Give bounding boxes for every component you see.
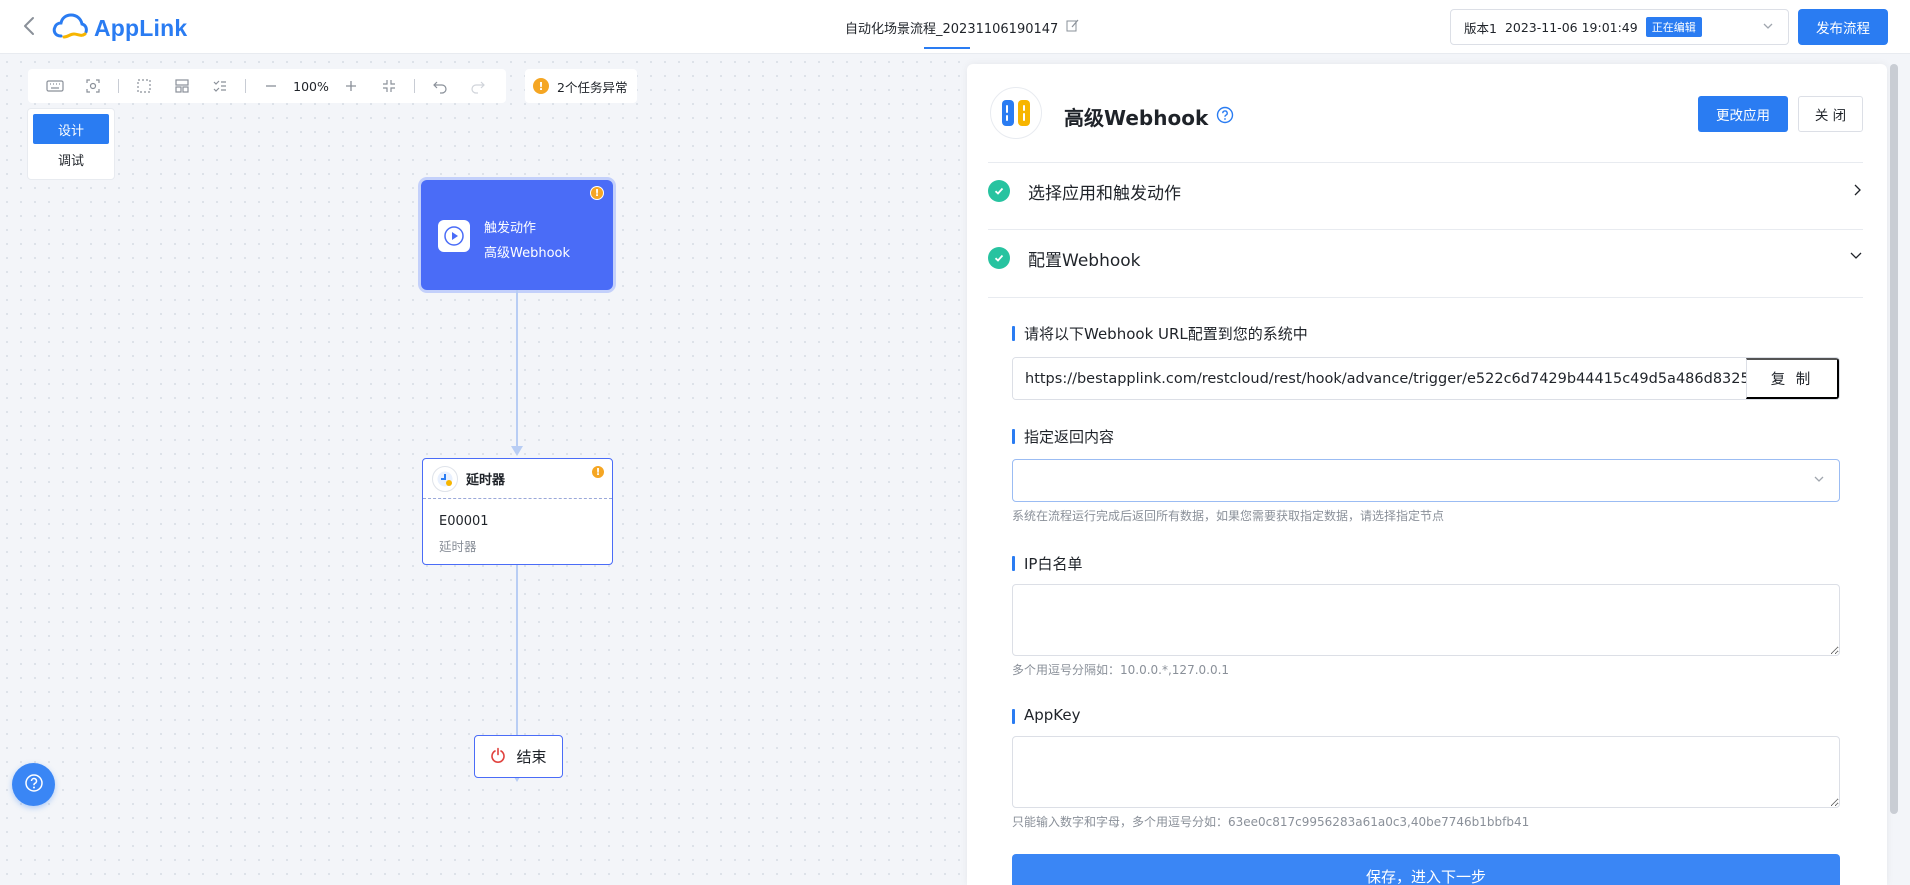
appkey-hint: 只能输入数字和字母，多个用逗号分如：63ee0c817c9956283a61a0… [1012, 815, 1530, 829]
app-name: AppLink [94, 14, 188, 41]
power-icon [490, 747, 506, 767]
panel-title-text: 高级Webhook [1064, 106, 1209, 130]
back-icon[interactable] [18, 14, 42, 38]
section-select-app[interactable]: 选择应用和触发动作 [988, 163, 1863, 219]
config-panel: 高级Webhook 更改应用 关 闭 选择应用和触发动作 配置Webhook 请… [967, 64, 1887, 885]
fit-view-icon[interactable] [74, 71, 112, 101]
ip-whitelist-hint: 多个用逗号分隔如：10.0.0.*,127.0.0.1 [1012, 663, 1230, 677]
chevron-down-icon [1849, 250, 1863, 266]
play-icon [438, 220, 470, 252]
cloud-logo-icon [52, 12, 88, 44]
layout-icon[interactable] [163, 71, 201, 101]
task-warning-text: 2个任务异常 [557, 79, 628, 95]
zoom-in-icon[interactable] [332, 71, 370, 101]
flow-title-text: 自动化场景流程_20231106190147 [845, 22, 1059, 37]
webhook-url-label: 请将以下Webhook URL配置到您的系统中 [1012, 323, 1308, 344]
check-circle-icon [988, 247, 1010, 269]
help-icon [24, 773, 44, 797]
chevron-down-icon [1813, 473, 1825, 489]
canvas-toolbar: 100% [28, 69, 506, 103]
redo-icon[interactable] [459, 71, 497, 101]
publish-button[interactable]: 发布流程 [1798, 9, 1888, 45]
copy-button[interactable]: 复 制 [1746, 358, 1839, 399]
app-logo [990, 87, 1042, 139]
zoom-level: 100% [293, 78, 329, 94]
clock-icon [432, 465, 458, 492]
return-content-hint: 系统在流程运行完成后返回所有数据，如果您需要获取指定数据，请选择指定节点 [1012, 509, 1445, 523]
compress-icon[interactable] [370, 71, 408, 101]
connector-line [516, 290, 518, 450]
toolbar-divider [118, 79, 119, 93]
end-node[interactable]: 结束 [474, 735, 563, 778]
panel-scrollbar[interactable] [1890, 64, 1898, 814]
delay-node-subtitle: 延时器 [439, 539, 477, 554]
keyboard-icon[interactable] [36, 71, 74, 101]
node-warning-icon: ! [591, 465, 605, 479]
logo: AppLink [52, 12, 187, 44]
version-time: 2023-11-06 19:01:49 [1504, 19, 1638, 35]
trigger-node[interactable]: ! 触发动作 高级Webhook [421, 180, 613, 290]
section-label: 配置Webhook [1028, 250, 1141, 271]
zoom-out-icon[interactable] [252, 71, 290, 101]
select-box-icon[interactable] [125, 71, 163, 101]
delay-node-code: E00001 [439, 514, 489, 529]
edit-icon[interactable] [1066, 19, 1079, 36]
close-button[interactable]: 关 闭 [1798, 96, 1863, 132]
appkey-label: AppKey [1012, 706, 1081, 724]
section-label: 选择应用和触发动作 [1028, 183, 1181, 204]
section-config-webhook[interactable]: 配置Webhook [988, 230, 1863, 286]
undo-icon[interactable] [421, 71, 459, 101]
debug-mode-button[interactable]: 调试 [33, 144, 109, 174]
appkey-field[interactable] [1012, 736, 1840, 808]
flow-title-underline [924, 47, 970, 49]
ip-whitelist-field[interactable] [1012, 584, 1840, 656]
flow-title[interactable]: 自动化场景流程_20231106190147 [845, 18, 1079, 37]
save-next-button[interactable]: 保存，进入下一步 [1012, 854, 1840, 885]
delay-node-title: 延时器 [466, 473, 506, 488]
return-content-label: 指定返回内容 [1012, 426, 1114, 447]
top-bar: AppLink 自动化场景流程_20231106190147 版本1 2023-… [0, 0, 1910, 54]
ip-whitelist-label: IP白名单 [1012, 553, 1082, 574]
status-badge: 正在编辑 [1645, 17, 1702, 37]
check-circle-icon [988, 180, 1010, 202]
task-warning[interactable]: ! 2个任务异常 [525, 69, 638, 103]
return-content-select[interactable] [1012, 459, 1840, 502]
chevron-down-icon [1762, 20, 1774, 35]
webhook-url-input[interactable] [1013, 358, 1746, 399]
checklist-icon[interactable] [201, 71, 239, 101]
divider [988, 297, 1863, 298]
warning-icon: ! [533, 78, 549, 94]
webhook-url-group: 复 制 [1012, 357, 1840, 400]
design-mode-button[interactable]: 设计 [33, 114, 109, 144]
change-app-button[interactable]: 更改应用 [1698, 96, 1788, 132]
chevron-right-icon [1851, 183, 1863, 201]
end-node-label: 结束 [516, 748, 547, 766]
toolbar-divider [414, 79, 415, 93]
trigger-node-title: 触发动作 [484, 221, 537, 236]
delay-node[interactable]: 延时器 ! E00001 延时器 [422, 458, 613, 565]
flow-canvas[interactable]: 100% ! 2个任务异常 设计 调试 ! 触发动作 高级Webhook 延时器… [0, 55, 966, 885]
panel-title: 高级Webhook [1064, 102, 1234, 131]
connector-arrow [511, 446, 523, 456]
toolbar-divider [245, 79, 246, 93]
question-icon[interactable] [1216, 105, 1234, 129]
delay-node-header: 延时器 [423, 459, 612, 499]
trigger-node-subtitle: 高级Webhook [484, 246, 571, 261]
version-select[interactable]: 版本1 2023-11-06 19:01:49 正在编辑 [1450, 9, 1789, 45]
node-warning-icon: ! [590, 186, 604, 200]
help-button[interactable] [12, 763, 55, 806]
version-label: 版本1 [1464, 20, 1497, 36]
